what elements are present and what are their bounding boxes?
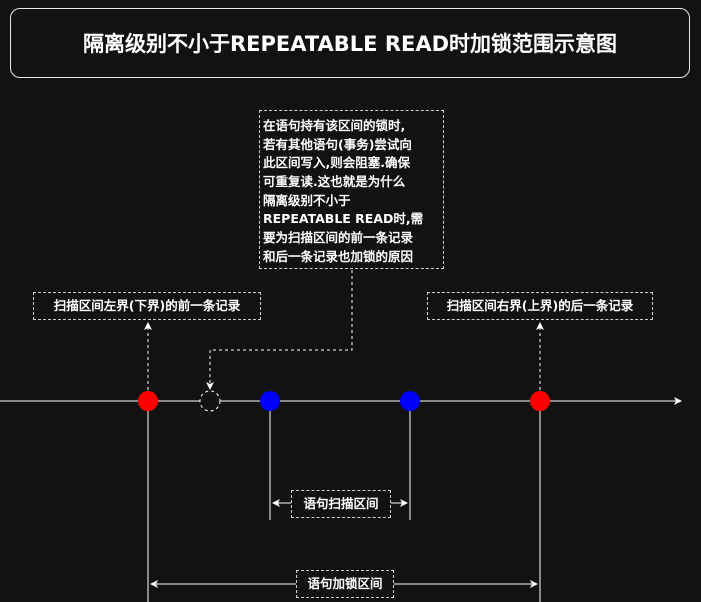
note-line: 可重复读.这也就是为什么 xyxy=(263,174,406,190)
note-line: 隔离级别不小于 xyxy=(263,192,351,208)
right-boundary-label: 扫描区间右界(上界)的后一条记录 xyxy=(427,292,653,320)
note-line: 和后一条记录也加锁的原因 xyxy=(263,248,414,264)
left-boundary-label: 扫描区间左界(下界)的前一条记录 xyxy=(33,292,261,320)
lock-range-label: 语句加锁区间 xyxy=(296,570,394,598)
scan-range-label: 语句扫描区间 xyxy=(291,490,391,518)
note-line: 若有其他语句(事务)尝试向 xyxy=(263,136,412,152)
scan-end-record-marker xyxy=(400,391,420,411)
prev-record-marker xyxy=(138,391,158,411)
next-record-marker xyxy=(530,391,550,411)
gap-marker xyxy=(199,390,221,412)
note-line: 要为扫描区间的前一条记录 xyxy=(263,230,414,246)
note-line: 在语句持有该区间的锁时, xyxy=(263,118,406,133)
note-line: REPEATABLE READ时,需 xyxy=(263,211,424,227)
note-connector xyxy=(206,270,353,390)
scan-start-record-marker xyxy=(260,391,280,411)
note-line: 此区间写入,则会阻塞.确保 xyxy=(263,155,410,171)
explanation-note: 在语句持有该区间的锁时, 若有其他语句(事务)尝试向 此区间写入,则会阻塞.确保… xyxy=(259,110,444,269)
